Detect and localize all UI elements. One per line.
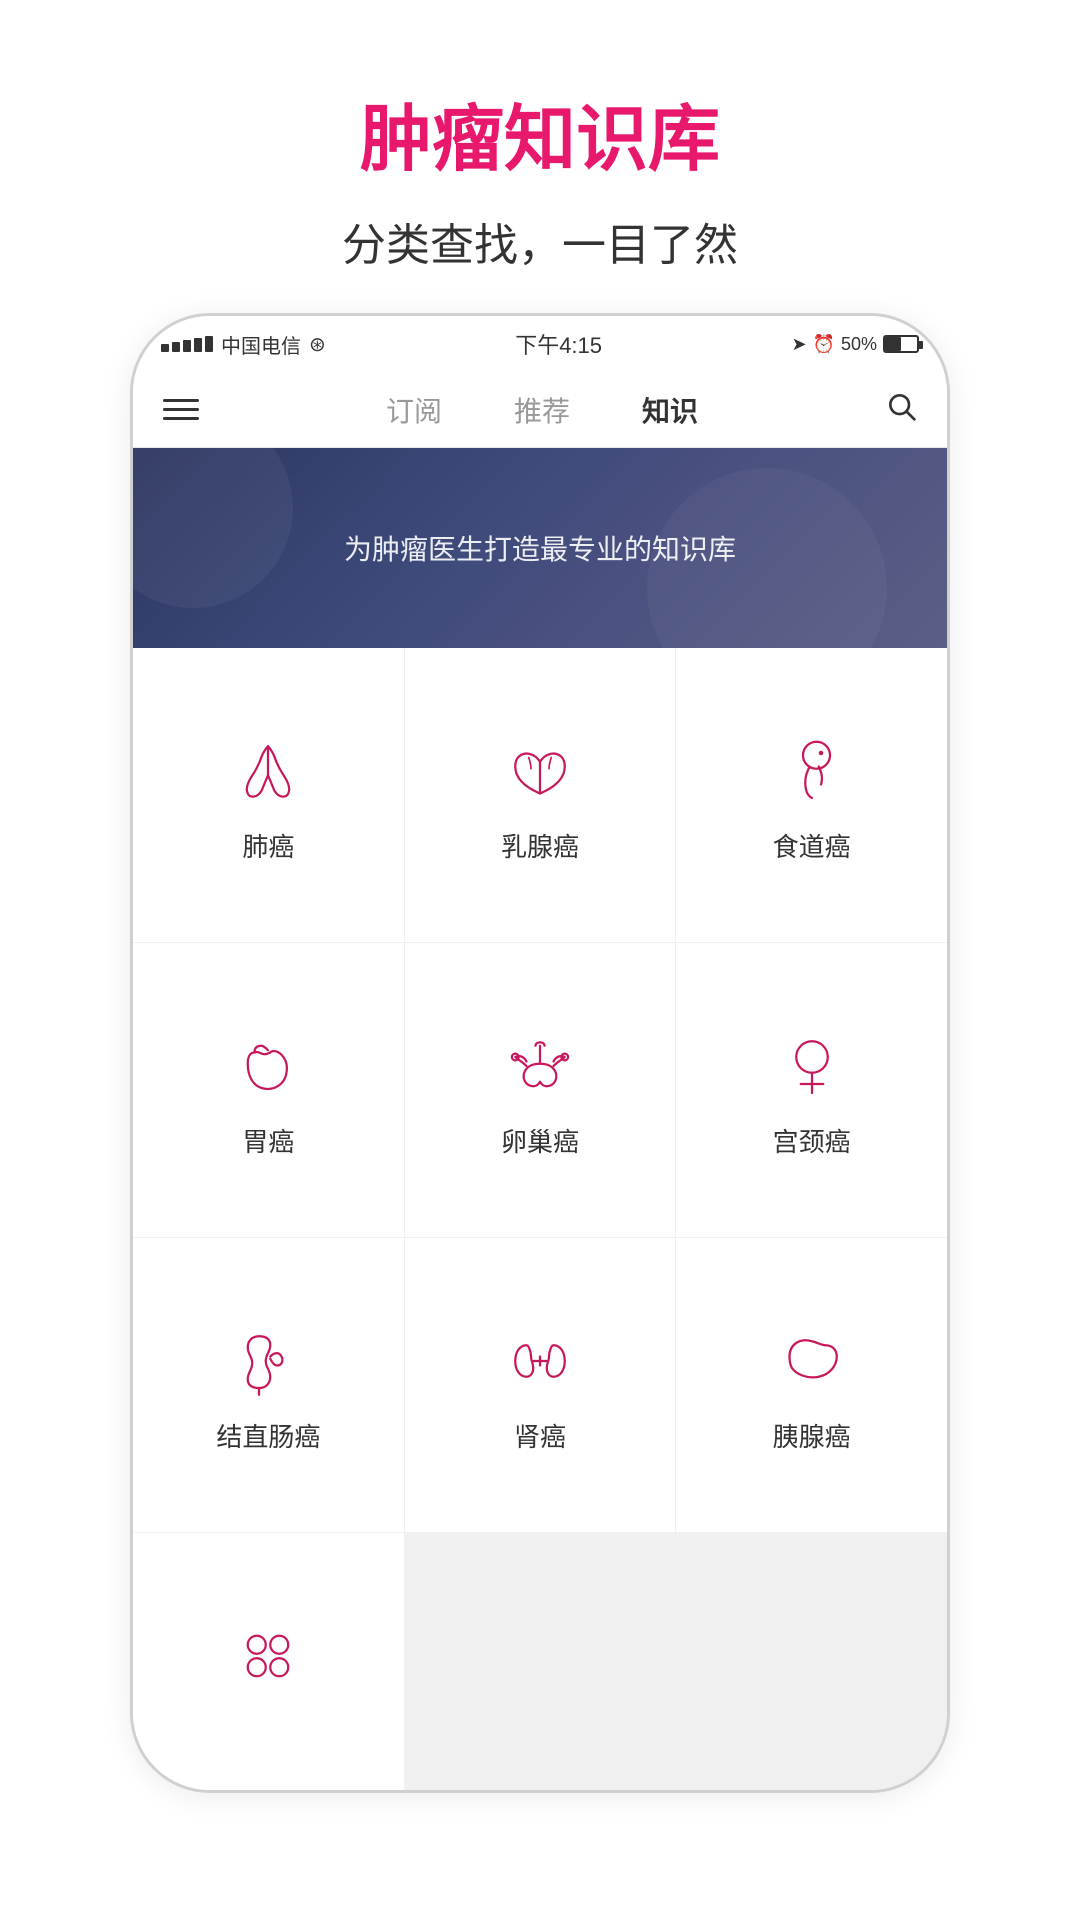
battery-icon bbox=[883, 335, 919, 353]
stomach-icon bbox=[228, 1026, 308, 1106]
page-subtitle: 分类查找，一目了然 bbox=[0, 209, 1080, 273]
tab-knowledge[interactable]: 知识 bbox=[606, 382, 734, 438]
page-header: 肿瘤知识库 分类查找，一目了然 bbox=[0, 0, 1080, 313]
banner-text: 为肿瘤医生打造最专业的知识库 bbox=[344, 528, 736, 568]
kidney-label: 肾癌 bbox=[514, 1417, 566, 1454]
alarm-icon: ⏰ bbox=[813, 334, 835, 355]
category-breast[interactable]: 乳腺癌 bbox=[405, 648, 676, 942]
breast-label: 乳腺癌 bbox=[501, 827, 579, 864]
cervix-label: 宫颈癌 bbox=[773, 1122, 851, 1159]
more-icon bbox=[228, 1616, 308, 1696]
category-more[interactable] bbox=[133, 1533, 404, 1790]
category-kidney[interactable]: 肾癌 bbox=[405, 1238, 676, 1532]
lung-label: 肺癌 bbox=[242, 827, 294, 864]
phone-wrap: 中国电信 ⊛ 下午4:15 ➤ ⏰ 50% 订阅 推荐 bbox=[110, 313, 970, 1920]
nav-bar: 订阅 推荐 知识 bbox=[133, 372, 947, 448]
category-esophagus[interactable]: 食道癌 bbox=[676, 648, 947, 942]
tab-subscribe[interactable]: 订阅 bbox=[350, 382, 478, 438]
colon-icon bbox=[228, 1321, 308, 1401]
status-left: 中国电信 ⊛ bbox=[161, 330, 326, 359]
category-stomach[interactable]: 胃癌 bbox=[133, 943, 404, 1237]
battery-percent: 50% bbox=[841, 334, 877, 355]
category-ovary[interactable]: 卵巢癌 bbox=[405, 943, 676, 1237]
banner: 为肿瘤医生打造最专业的知识库 bbox=[133, 448, 947, 648]
status-right: ➤ ⏰ 50% bbox=[791, 334, 919, 355]
search-icon[interactable] bbox=[885, 390, 917, 430]
ovary-label: 卵巢癌 bbox=[501, 1122, 579, 1159]
menu-icon[interactable] bbox=[163, 399, 199, 420]
status-time: 下午4:15 bbox=[515, 328, 602, 360]
signal-icon bbox=[161, 336, 213, 352]
esophagus-label: 食道癌 bbox=[773, 827, 851, 864]
breast-icon bbox=[500, 731, 580, 811]
category-pancreas[interactable]: 胰腺癌 bbox=[676, 1238, 947, 1532]
page-title: 肿瘤知识库 bbox=[0, 80, 1080, 185]
cervix-icon bbox=[772, 1026, 852, 1106]
category-cervix[interactable]: 宫颈癌 bbox=[676, 943, 947, 1237]
category-colon[interactable]: 结直肠癌 bbox=[133, 1238, 404, 1532]
colon-label: 结直肠癌 bbox=[216, 1417, 320, 1454]
tab-recommend[interactable]: 推荐 bbox=[478, 382, 606, 438]
carrier-text: 中国电信 bbox=[221, 330, 301, 359]
category-grid: 肺癌 乳腺癌 bbox=[133, 648, 947, 1790]
esophagus-icon bbox=[772, 731, 852, 811]
pancreas-icon bbox=[772, 1321, 852, 1401]
nav-tabs: 订阅 推荐 知识 bbox=[350, 382, 734, 438]
kidney-icon bbox=[500, 1321, 580, 1401]
status-bar: 中国电信 ⊛ 下午4:15 ➤ ⏰ 50% bbox=[133, 316, 947, 372]
category-lung[interactable]: 肺癌 bbox=[133, 648, 404, 942]
location-icon: ➤ bbox=[791, 334, 806, 355]
ovary-icon bbox=[500, 1026, 580, 1106]
lung-icon bbox=[228, 731, 308, 811]
pancreas-label: 胰腺癌 bbox=[773, 1417, 851, 1454]
wifi-icon: ⊛ bbox=[309, 332, 326, 357]
stomach-label: 胃癌 bbox=[242, 1122, 294, 1159]
phone-mockup: 中国电信 ⊛ 下午4:15 ➤ ⏰ 50% 订阅 推荐 bbox=[130, 313, 950, 1793]
